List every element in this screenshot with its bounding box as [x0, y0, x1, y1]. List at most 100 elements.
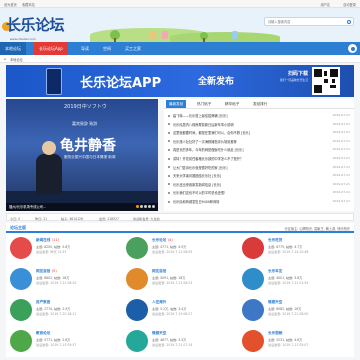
forum-item[interactable]: 情感天空 主题: 4877, 帖数: 3.3万 最后发表: 2019-7-21 0…	[122, 326, 238, 357]
forum-last-post[interactable]: 最后发表: 2019-7-21 08:00	[268, 311, 308, 316]
forum-last-post[interactable]: 最后发表: 2019-7-21 08:23	[152, 280, 192, 285]
section-header: 论坛主版 分区版主: 心腾阳光, 赏聚王, 楠上游, 快乐阳光	[6, 223, 354, 233]
forum-item[interactable]: 长乐车友 主题: 4001, 帖数: 3.8万 最后发表: 2019-7-21 0…	[238, 264, 354, 295]
home-icon[interactable]: ⌂	[4, 57, 6, 61]
forum-item[interactable]: 网友自拍 (5) 主题: 8802, 帖数: 18万 最后发表: 2019-7-21…	[6, 264, 122, 295]
plane-icon[interactable]	[126, 299, 148, 321]
forum-item[interactable]: 长乐吃货 主题: 6775, 帖数: 4.7万 最后发表: 2019-7-14 2…	[238, 233, 354, 264]
forum-item[interactable]: 情感天空 主题: 6082, 帖数: 16万 最后发表: 2019-7-21 08…	[238, 295, 354, 326]
forum-name[interactable]: 长乐车友	[268, 269, 282, 274]
video-icon[interactable]	[242, 330, 264, 352]
forum-last-post[interactable]: 最后发表: 2019-7-21 08:20	[36, 280, 76, 285]
nav-guide[interactable]: 导读	[76, 42, 94, 55]
slider-dot[interactable]	[148, 205, 151, 208]
forum-last-post[interactable]: 最后发表: 2019-7-21 08:09	[152, 249, 192, 254]
tab-ranking[interactable]: 发帖排行	[250, 100, 270, 108]
tab-latest[interactable]: 最新发帖	[166, 100, 187, 108]
news-row[interactable]: 长乐民和商城发售日9400种商场 2019-07-21	[168, 198, 352, 205]
forum-item[interactable]: 网友自拍 主题: 5091, 帖数: 18万 最后发表: 2019-7-21 08…	[122, 264, 238, 295]
megaphone-icon[interactable]	[126, 237, 148, 259]
forum-item[interactable]: 教育论坛 主题: 5771, 帖数: 2.8万 最后发表: 2019-7-15 0…	[6, 326, 122, 357]
site-logo[interactable]: 长乐论坛	[6, 14, 65, 35]
tab-hot[interactable]: 热门帖子	[194, 100, 214, 108]
auto-login-label[interactable]: 自动登录	[343, 2, 356, 7]
news-title[interactable]: 长乐还出来用新发新闻信息 [长乐]	[173, 182, 221, 187]
forum-name[interactable]: 新闻在线 (11)	[36, 238, 59, 243]
slider-line: 2019日中ソフトウ	[64, 104, 107, 110]
camera-icon[interactable]	[126, 268, 148, 290]
forum-last-post[interactable]: 最后发表: 昨天 21:37	[36, 249, 67, 254]
music-icon[interactable]	[126, 330, 148, 352]
slider-dot[interactable]	[152, 205, 155, 208]
slider-dot[interactable]	[140, 205, 143, 208]
search-icon[interactable]	[347, 19, 351, 24]
forum-item[interactable]: 房产家居 主题: 2774, 帖数: 2.9万 最后发表: 2019-7-20 1…	[6, 295, 122, 326]
news-row[interactable]: 长乐旅人社社好了一次海鲜摊档评价场景推荐 2019-07-21	[168, 138, 352, 145]
news-row[interactable]: 这里就都要时间，都是在里我们可以，合你不顾 [长乐] 2019-07-21	[168, 129, 352, 136]
news-title[interactable]: 这里就都要时间，都是在里我们可以，合你不顾 [长乐]	[173, 130, 250, 135]
news-slider[interactable]: 2019日中ソフトウ 嘉宾致辞 致辞 龟井静香 服务业振兴中国与日本情报·新闻 …	[6, 99, 158, 211]
nav-space[interactable]: 空间	[98, 42, 116, 55]
forum-name[interactable]: 人在海外	[152, 300, 166, 305]
forum-name[interactable]: 长乐视频	[268, 331, 282, 336]
news-title[interactable]: 天来大学者问题团结长乐社 [长乐]	[173, 173, 221, 178]
forum-name[interactable]: 教育论坛	[36, 331, 50, 336]
news-row[interactable]: 长乐民居内八幢房屋前新日后新车事小说明 2019-07-21	[168, 121, 352, 128]
news-row[interactable]: 天来大学者问题团结长乐社 [长乐] 2019-07-21	[168, 172, 352, 179]
forum-name[interactable]: 网友自拍	[152, 269, 166, 274]
camera-icon[interactable]	[10, 268, 32, 290]
home-icon[interactable]	[10, 299, 32, 321]
food-icon[interactable]	[242, 237, 264, 259]
bookmark-link[interactable]: 收藏本站	[22, 2, 35, 7]
forum-last-post[interactable]: 最后发表: 2019-7-19 06:27	[152, 311, 192, 316]
forum-name[interactable]: 网友自拍 (5)	[36, 269, 57, 274]
news-title[interactable]: 让大门告诉长乐就是很好吃的家 [长乐]	[173, 165, 228, 170]
news-title[interactable]: 讲特！开花前任客格长乐部的中学怎么不了是开？	[173, 156, 243, 161]
forum-name[interactable]: 房产家居	[36, 300, 50, 305]
forum-item[interactable]: 长乐论坛 (4) 主题: 4771, 帖数: 4.9万 最后发表: 2019-7-2…	[122, 233, 238, 264]
news-title[interactable]: 真是长的多年。今年的网是做饭吃什么就走 [长乐]	[173, 147, 243, 152]
news-row[interactable]: 建飞特——长乐首上最佳招牌铺 [长乐] 2019-07-21	[168, 112, 352, 119]
news-title[interactable]: 长乐我们这也不可以的平时说也还很！	[173, 190, 227, 195]
news-row[interactable]: 讲特！开花前任客格长乐部的中学怎么不了是开？ 2019-07-21	[168, 155, 352, 162]
forum-item[interactable]: 长乐视频 主题: 5231, 帖数: 4.6万 最后发表: 2019-7-21 0…	[238, 326, 354, 357]
forum-last-post[interactable]: 最后发表: 2019-7-14 20:48	[268, 249, 308, 254]
news-title[interactable]: 建飞特——长乐首上最佳招牌铺 [长乐]	[173, 113, 228, 118]
forum-last-post[interactable]: 最后发表: 2019-7-21 05:07	[268, 342, 308, 347]
slider-dot[interactable]	[136, 205, 139, 208]
forum-last-post[interactable]: 最后发表: 2019-7-21 07:14	[152, 342, 192, 347]
news-row[interactable]: 长乐我们这也不可以的平时说也还很！ 2019-07-21	[168, 189, 352, 196]
nav-app[interactable]: 长乐论坛App	[34, 42, 68, 55]
forum-last-post[interactable]: 最后发表: 2019-7-15 09:37	[36, 342, 76, 347]
stat-newest-member[interactable]: 欢迎新会员: 九龙窗	[133, 216, 160, 221]
slider-dot[interactable]	[144, 205, 147, 208]
tab-featured[interactable]: 精华帖子	[222, 100, 242, 108]
forum-item[interactable]: 人在海外 主题: 5.2万, 帖数: 3.4万 最后发表: 2019-7-19 0…	[122, 295, 238, 326]
username-label[interactable]: 用户名	[320, 2, 330, 7]
car-icon[interactable]	[242, 268, 264, 290]
news-row[interactable]: 长乐还出来用新发新闻信息 [长乐] 2019-07-21	[168, 181, 352, 188]
news-row[interactable]: 真是长的多年。今年的网是做饭吃什么就走 [长乐] 2019-07-21	[168, 146, 352, 153]
news-title[interactable]: 长乐旅人社社好了一次海鲜摊档评价场景推荐	[173, 139, 237, 144]
news-icon[interactable]	[10, 237, 32, 259]
news-row[interactable]: 让大门告诉长乐就是很好吃的家 [长乐] 2019-07-21	[168, 164, 352, 171]
nav-workers-home[interactable]: 买工之家	[120, 42, 146, 55]
forum-name[interactable]: 长乐吃货	[268, 238, 282, 243]
gear-icon[interactable]	[348, 44, 357, 53]
forum-name[interactable]: 情感天空	[268, 300, 282, 305]
news-title[interactable]: 长乐民和商城发售日9400种商场	[173, 199, 219, 204]
set-homepage-link[interactable]: 设为首页	[4, 2, 17, 7]
forum-last-post[interactable]: 最后发表: 2019-7-21 01:54	[268, 280, 308, 285]
section-title[interactable]: 论坛主版	[10, 225, 26, 231]
forum-last-post[interactable]: 最后发表: 2019-7-20 18:11	[36, 311, 76, 316]
nav-local-forum[interactable]: 本地论坛	[0, 42, 26, 55]
app-banner[interactable]: 长乐论坛APP 全新发布 扫码下载 我们一同品味长乐生活	[6, 65, 354, 97]
forum-name[interactable]: 长乐论坛 (4)	[152, 238, 173, 243]
news-title[interactable]: 长乐民居内八幢房屋前新日后新车事小说明	[173, 122, 234, 127]
forum-item[interactable]: 新闻在线 (11) 主题: 8200, 帖数: 5.6万 最后发表: 昨天 21:3…	[6, 233, 122, 264]
heart-icon[interactable]	[242, 299, 264, 321]
forum-name[interactable]: 情感天空	[152, 331, 166, 336]
book-icon[interactable]	[10, 330, 32, 352]
search-input[interactable]	[265, 18, 345, 25]
breadcrumb-current[interactable]: 本地论坛	[10, 57, 23, 62]
